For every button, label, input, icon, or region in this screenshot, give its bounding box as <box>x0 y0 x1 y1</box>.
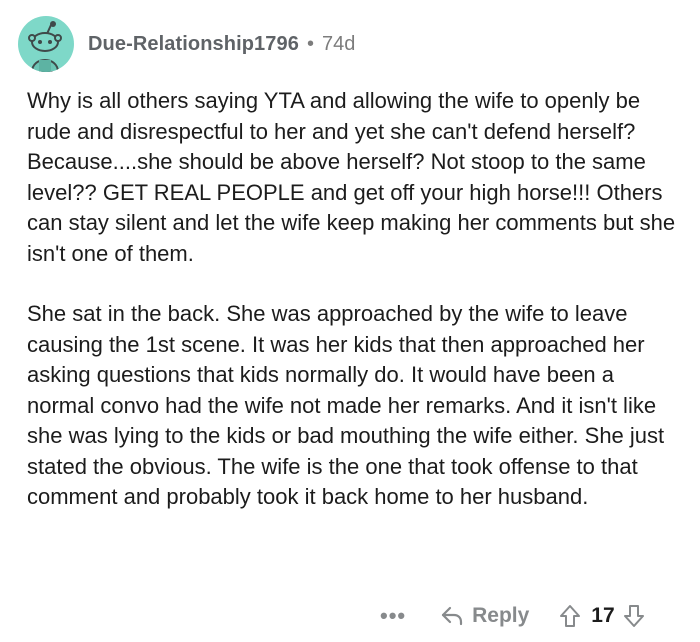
comment-header: Due-Relationship1796 • 74d <box>18 16 355 72</box>
meta-separator: • <box>306 32 314 55</box>
upvote-arrow-icon[interactable] <box>559 604 581 628</box>
username[interactable]: Due-Relationship1796 <box>88 33 299 56</box>
snoo-avatar-icon[interactable] <box>18 16 74 72</box>
reply-label: Reply <box>472 604 530 627</box>
comment-body: Why is all others saying YTA and allowin… <box>27 86 677 513</box>
comment-paragraph: She sat in the back. She was approached … <box>27 301 665 509</box>
comment: Due-Relationship1796 • 74d Why is all ot… <box>0 0 700 642</box>
comment-actions: ••• Reply 17 <box>380 596 645 636</box>
vote-controls: 17 <box>559 604 644 628</box>
comment-paragraph: Why is all others saying YTA and allowin… <box>27 88 676 266</box>
downvote-arrow-icon[interactable] <box>623 604 645 628</box>
more-options-button[interactable]: ••• <box>380 603 406 629</box>
reply-arrow-icon <box>440 605 472 627</box>
reply-button[interactable]: Reply <box>440 604 529 628</box>
vote-score: 17 <box>591 604 615 627</box>
comment-age[interactable]: 74d <box>322 33 355 56</box>
